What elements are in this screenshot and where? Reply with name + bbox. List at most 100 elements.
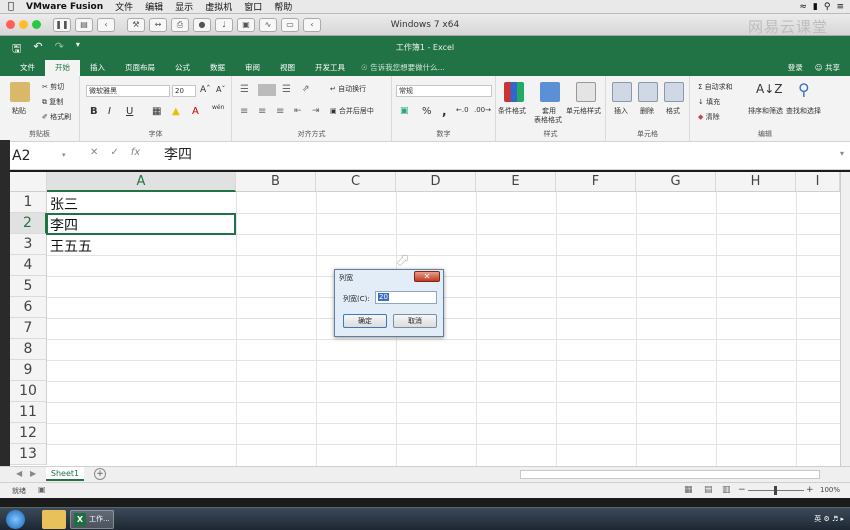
tab-formulas[interactable]: 公式 <box>165 60 200 76</box>
formula-input[interactable]: 李四 <box>164 146 192 164</box>
macro-record-icon[interactable]: ▣ <box>38 485 46 494</box>
borders-icon[interactable]: ▦ <box>152 106 161 117</box>
currency-icon[interactable]: ▣ <box>400 106 409 116</box>
row-header-13[interactable]: 13 <box>10 444 47 465</box>
sort-filter-button[interactable]: 排序和筛选 <box>748 106 783 116</box>
align-right-icon[interactable]: ≡ <box>276 106 284 117</box>
increase-decimal-icon[interactable]: ←.0 <box>456 106 469 114</box>
search-icon[interactable]: ⚲ <box>824 2 831 12</box>
zoom-window-icon[interactable] <box>32 20 41 29</box>
row-header-7[interactable]: 7 <box>10 318 47 339</box>
comma-button[interactable]: , <box>442 104 447 118</box>
number-format-select[interactable]: 常规 <box>396 85 492 97</box>
menu-app-name[interactable]: VMware Fusion <box>26 2 103 12</box>
row-header-5[interactable]: 5 <box>10 276 47 297</box>
apple-icon[interactable]:  <box>8 1 14 12</box>
insert-cells-button[interactable]: 插入 <box>614 106 628 116</box>
usb-icon[interactable]: ∿ <box>259 17 277 32</box>
active-cell-selection[interactable] <box>46 213 236 235</box>
chevron-left-icon[interactable]: ‹ <box>97 17 115 32</box>
zoom-out-icon[interactable]: − <box>738 485 746 495</box>
zoom-slider-thumb[interactable] <box>774 486 777 495</box>
decrease-decimal-icon[interactable]: .00→ <box>474 106 491 114</box>
prev-sheet-icon[interactable]: ◀ <box>16 469 22 478</box>
menu-window[interactable]: 窗口 <box>244 0 262 13</box>
copy-button[interactable]: ⧉ 复制 <box>42 97 63 107</box>
percent-button[interactable]: % <box>422 106 432 117</box>
format-painter-button[interactable]: ✐ 格式刷 <box>42 112 71 122</box>
paste-button[interactable]: 粘贴 <box>12 106 26 116</box>
row-header-11[interactable]: 11 <box>10 402 47 423</box>
row-header-3[interactable]: 3 <box>10 234 47 255</box>
tab-data[interactable]: 数据 <box>200 60 235 76</box>
cell-styles-icon[interactable] <box>576 82 596 102</box>
column-width-input[interactable]: 20 <box>375 291 437 304</box>
tab-file[interactable]: 文件 <box>10 60 45 76</box>
clear-button[interactable]: ◆ 清除 <box>698 112 720 122</box>
insert-function-button[interactable]: fx <box>131 147 140 158</box>
name-box[interactable]: A2 <box>8 147 70 165</box>
cut-button[interactable]: ✂ 剪切 <box>42 82 64 92</box>
menu-edit[interactable]: 编辑 <box>145 0 163 13</box>
horizontal-scrollbar[interactable] <box>520 470 820 479</box>
lock-icon[interactable]: ● <box>193 17 211 32</box>
tell-me-search[interactable]: ☉ 告诉我您想要做什么... <box>361 60 445 76</box>
indent-decrease-icon[interactable]: ⇤ <box>294 106 302 116</box>
select-all-corner[interactable] <box>10 172 47 192</box>
column-header-g[interactable]: G <box>636 172 716 192</box>
display-icon[interactable]: ▭ <box>281 17 299 32</box>
tab-review[interactable]: 审阅 <box>235 60 270 76</box>
merge-center-button[interactable]: ▣ 合并后居中 <box>330 106 374 116</box>
minimize-window-icon[interactable] <box>19 20 28 29</box>
cell-a3[interactable]: 王五五 <box>47 236 92 256</box>
find-select-button[interactable]: 查找和选择 <box>786 106 821 116</box>
zoom-level[interactable]: 100% <box>820 486 840 494</box>
format-cells-button[interactable]: 格式 <box>666 106 680 116</box>
next-sheet-icon[interactable]: ▶ <box>30 469 36 478</box>
normal-view-icon[interactable]: ▦ <box>684 485 693 495</box>
align-center-icon[interactable]: ≡ <box>258 106 266 117</box>
fill-button[interactable]: ↓ 填充 <box>698 97 720 107</box>
format-as-table-button-line2[interactable]: 表格格式 <box>534 115 562 125</box>
column-header-f[interactable]: F <box>556 172 636 192</box>
align-top-icon[interactable]: ☰ <box>240 84 249 95</box>
sign-in-link[interactable]: 登录 <box>788 60 803 76</box>
tab-page-layout[interactable]: 页面布局 <box>115 60 165 76</box>
phonetic-button[interactable]: wén <box>212 104 224 111</box>
column-header-c[interactable]: C <box>316 172 396 192</box>
library-icon[interactable]: ▤ <box>75 17 93 32</box>
page-layout-view-icon[interactable]: ▤ <box>704 485 713 495</box>
taskbar-excel-button[interactable]: X 工作... <box>70 510 114 529</box>
column-header-i[interactable]: I <box>796 172 840 192</box>
menu-file[interactable]: 文件 <box>115 0 133 13</box>
bold-button[interactable]: B <box>90 106 98 117</box>
column-header-b[interactable]: B <box>236 172 316 192</box>
speaker-icon[interactable]: ♩ <box>215 17 233 32</box>
name-box-dropdown-icon[interactable]: ▾ <box>62 151 66 159</box>
cancel-button[interactable]: 取消 <box>393 314 437 328</box>
start-button-icon[interactable] <box>6 510 25 529</box>
tab-home[interactable]: 开始 <box>45 60 80 76</box>
indent-increase-icon[interactable]: ⇥ <box>312 106 320 116</box>
sheet-tab-sheet1[interactable]: Sheet1 <box>46 467 84 481</box>
column-header-d[interactable]: D <box>396 172 476 192</box>
cancel-icon[interactable]: ✕ <box>90 147 98 158</box>
sort-filter-icon[interactable]: A↓Z <box>756 82 782 96</box>
table-format-icon[interactable] <box>540 82 560 102</box>
camera-icon[interactable]: ▣ <box>237 17 255 32</box>
row-header-10[interactable]: 10 <box>10 381 47 402</box>
wifi-icon[interactable]: ≈ <box>799 2 807 12</box>
underline-button[interactable]: U <box>126 106 133 117</box>
tab-developer[interactable]: 开发工具 <box>305 60 355 76</box>
format-cells-icon[interactable] <box>664 82 684 102</box>
wrap-text-button[interactable]: ↵ 自动换行 <box>330 84 366 94</box>
chevron-left-icon[interactable]: ‹ <box>303 17 321 32</box>
row-header-1[interactable]: 1 <box>10 192 47 213</box>
font-color-button[interactable]: A <box>192 106 199 117</box>
share-button[interactable]: ☺ 共享 <box>815 60 840 76</box>
zoom-in-icon[interactable]: + <box>806 485 814 495</box>
autosum-button[interactable]: Σ 自动求和 <box>698 82 733 92</box>
system-tray[interactable]: 英 ⚙ ♬ ▸ <box>814 514 844 524</box>
menu-vm[interactable]: 虚拟机 <box>205 0 232 13</box>
arrows-icon[interactable]: ↔ <box>149 17 167 32</box>
